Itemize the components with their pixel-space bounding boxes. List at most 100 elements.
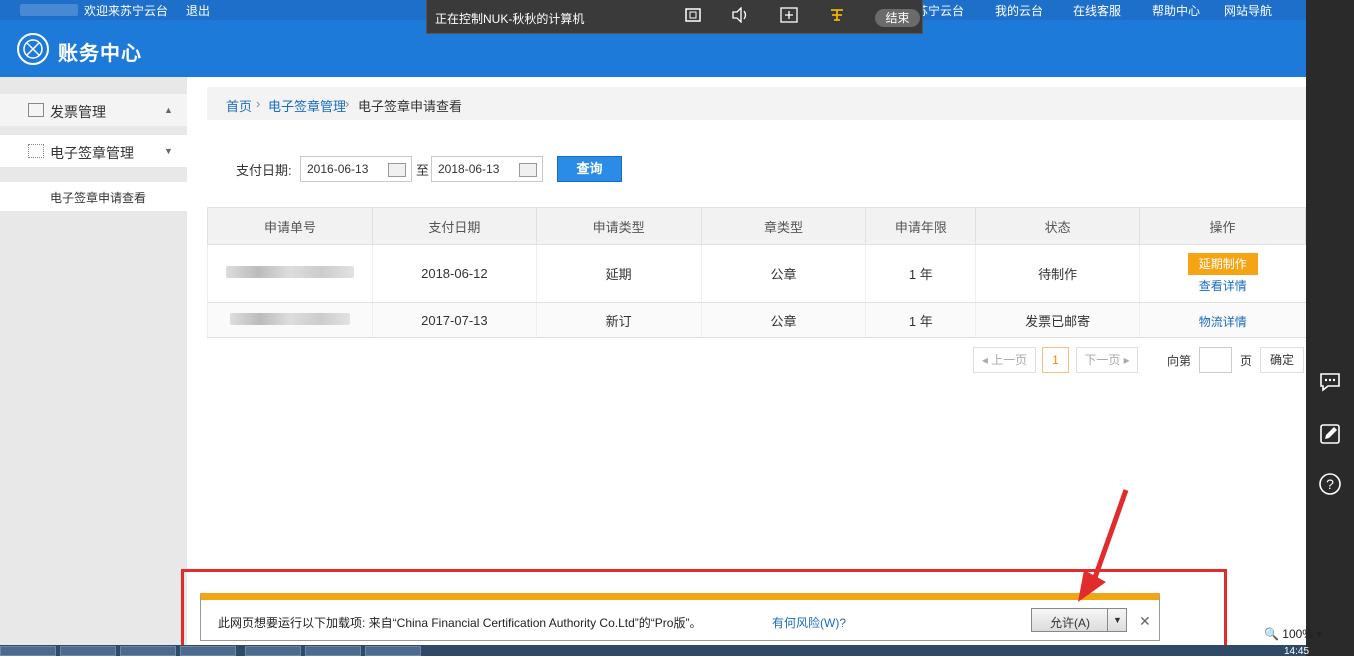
nav-link-site-nav[interactable]: 网站导航 (1224, 2, 1272, 19)
breadcrumb-current: 电子签章申请查看 (358, 99, 463, 114)
column-header: 申请类型 (535, 207, 702, 245)
next-page-label: 下一页 (1084, 353, 1121, 367)
blurred-order-number (229, 312, 350, 325)
date-cell: 2017-07-13 (371, 302, 537, 338)
addon-info-bar: 此网页想要运行以下加载项: 来自“China Financial Certifi… (200, 593, 1160, 641)
fullscreen-icon[interactable] (683, 7, 703, 27)
remote-control-label: 正在控制NUK-秋秋的计算机 (435, 12, 585, 26)
table-row: 2017-07-13 新订 公章 1 年 发票已邮寄 物流详情 (207, 302, 1306, 338)
type-cell: 新订 (535, 302, 702, 338)
payment-date-label: 支付日期: (236, 163, 292, 178)
speaker-icon[interactable] (730, 6, 750, 27)
right-tool-bar: ? (1306, 0, 1354, 656)
next-page-button[interactable]: 下一页 ▸ (1076, 347, 1138, 373)
blurred-order-number (225, 266, 354, 278)
keyboard-icon[interactable] (827, 7, 847, 27)
sidebar-item-label: 电子签章管理 (50, 145, 134, 161)
taskbar-app[interactable] (305, 646, 361, 656)
actions-cell: 物流详情 (1139, 302, 1306, 338)
years-cell: 1 年 (865, 244, 976, 303)
breadcrumb-section[interactable]: 电子签章管理 (268, 96, 346, 115)
addon-message: 此网页想要运行以下加载项: 来自“China Financial Certifi… (218, 616, 702, 630)
table-row: 2018-06-12 延期 公章 1 年 待制作 延期制作 查看详情 (207, 244, 1306, 303)
taskbar (0, 645, 1306, 656)
status-cell: 待制作 (975, 244, 1140, 303)
taskbar-app[interactable] (365, 646, 421, 656)
start-date-value: 2016-06-13 (307, 162, 369, 176)
status-cell: 发票已邮寄 (975, 302, 1140, 338)
sidebar-item-esignature[interactable]: 电子签章管理 ▼ (0, 135, 187, 167)
goto-suffix: 页 (1240, 354, 1253, 368)
sidebar-item-invoice[interactable]: 发票管理 ▲ (0, 94, 187, 126)
logistics-details-link[interactable]: 物流详情 (1140, 313, 1305, 330)
column-header: 支付日期 (371, 207, 537, 245)
column-header: 状态 (975, 207, 1141, 245)
allow-button-label: 允许(A) (1050, 616, 1090, 630)
goto-prefix: 向第 (1167, 354, 1192, 368)
taskbar-app[interactable] (60, 646, 116, 656)
seal-cell: 公章 (700, 244, 866, 303)
logout-link[interactable]: 退出 (186, 2, 210, 19)
taskbar-app[interactable] (245, 646, 301, 656)
clock: 14:45 (1284, 646, 1310, 657)
start-button[interactable] (0, 646, 56, 656)
extend-make-button[interactable]: 延期制作 (1187, 253, 1258, 275)
prev-page-button[interactable]: ◂ 上一页 (973, 347, 1036, 373)
breadcrumb-separator: › (256, 96, 261, 111)
column-header: 操作 (1139, 207, 1306, 245)
prev-page-label: 上一页 (991, 353, 1028, 367)
sidebar-subitem-esignature-view[interactable]: 电子签章申请查看 (0, 182, 187, 211)
breadcrumb-home[interactable]: 首页 (226, 96, 252, 115)
sidebar-item-label: 发票管理 (50, 104, 106, 120)
end-date-input[interactable]: 2018-06-13 (431, 156, 543, 182)
annotation-arrow-icon (1078, 489, 1129, 602)
seal-cell: 公章 (700, 302, 866, 338)
date-cell: 2018-06-12 (371, 244, 537, 303)
nav-link-help-center[interactable]: 帮助中心 (1152, 2, 1200, 19)
taskbar-app[interactable] (120, 646, 176, 656)
page-number-current[interactable]: 1 (1042, 347, 1069, 373)
svg-text:?: ? (1326, 476, 1334, 492)
calendar-icon[interactable] (519, 163, 537, 177)
view-details-link[interactable]: 查看详情 (1140, 277, 1305, 294)
start-date-input[interactable]: 2016-06-13 (300, 156, 412, 182)
zoom-value: 100% (1282, 627, 1313, 641)
calendar-icon[interactable] (388, 163, 406, 177)
invoice-icon (28, 103, 44, 117)
nav-link-my-yuntai[interactable]: 我的云台 (995, 2, 1043, 19)
order-number-cell (207, 244, 373, 303)
caret-down-icon: ▼ (164, 146, 173, 156)
welcome-text: 欢迎来苏宁云台 (84, 4, 169, 18)
type-cell: 延期 (535, 244, 702, 303)
help-icon[interactable]: ? (1318, 472, 1342, 496)
query-button[interactable]: 查询 (557, 156, 622, 182)
end-session-button[interactable]: 结束 (875, 9, 920, 27)
sidebar: 发票管理 ▲ 电子签章管理 ▼ 电子签章申请查看 (0, 77, 187, 656)
risk-link[interactable]: 有何风险(W)? (772, 614, 846, 631)
close-icon[interactable]: ✕ (1139, 613, 1151, 630)
goto-confirm-button[interactable]: 确定 (1260, 347, 1304, 373)
blurred-username (20, 4, 78, 16)
to-label: 至 (416, 163, 430, 178)
column-header: 申请单号 (207, 207, 373, 245)
order-number-cell (207, 302, 373, 338)
breadcrumb-separator: › (345, 96, 350, 111)
column-header: 申请年限 (865, 207, 977, 245)
caret-up-icon: ▲ (164, 105, 173, 115)
zoom-level[interactable]: 🔍 100% ▾ (1264, 627, 1322, 641)
goto-page-input[interactable] (1199, 347, 1232, 373)
nav-link-online-service[interactable]: 在线客服 (1073, 2, 1121, 19)
breadcrumb: 首页 › 电子签章管理 › 电子签章申请查看 (207, 87, 1306, 120)
screen-switch-icon[interactable] (779, 7, 799, 27)
header-title: 账务中心 (58, 43, 142, 65)
allow-button[interactable]: 允许(A) ▼ (1031, 608, 1127, 632)
actions-cell: 延期制作 查看详情 (1139, 244, 1306, 303)
edit-icon[interactable] (1318, 423, 1342, 447)
column-header: 章类型 (700, 207, 867, 245)
taskbar-app[interactable] (180, 646, 236, 656)
chat-icon[interactable] (1318, 372, 1342, 396)
nav-link-suning-yuntai[interactable]: 苏宁云台 (916, 2, 964, 19)
dropdown-arrow-icon[interactable]: ▼ (1107, 609, 1127, 631)
table-header-row: 申请单号 支付日期 申请类型 章类型 申请年限 状态 操作 (207, 207, 1306, 245)
sidebar-subitem-label: 电子签章申请查看 (50, 191, 147, 205)
